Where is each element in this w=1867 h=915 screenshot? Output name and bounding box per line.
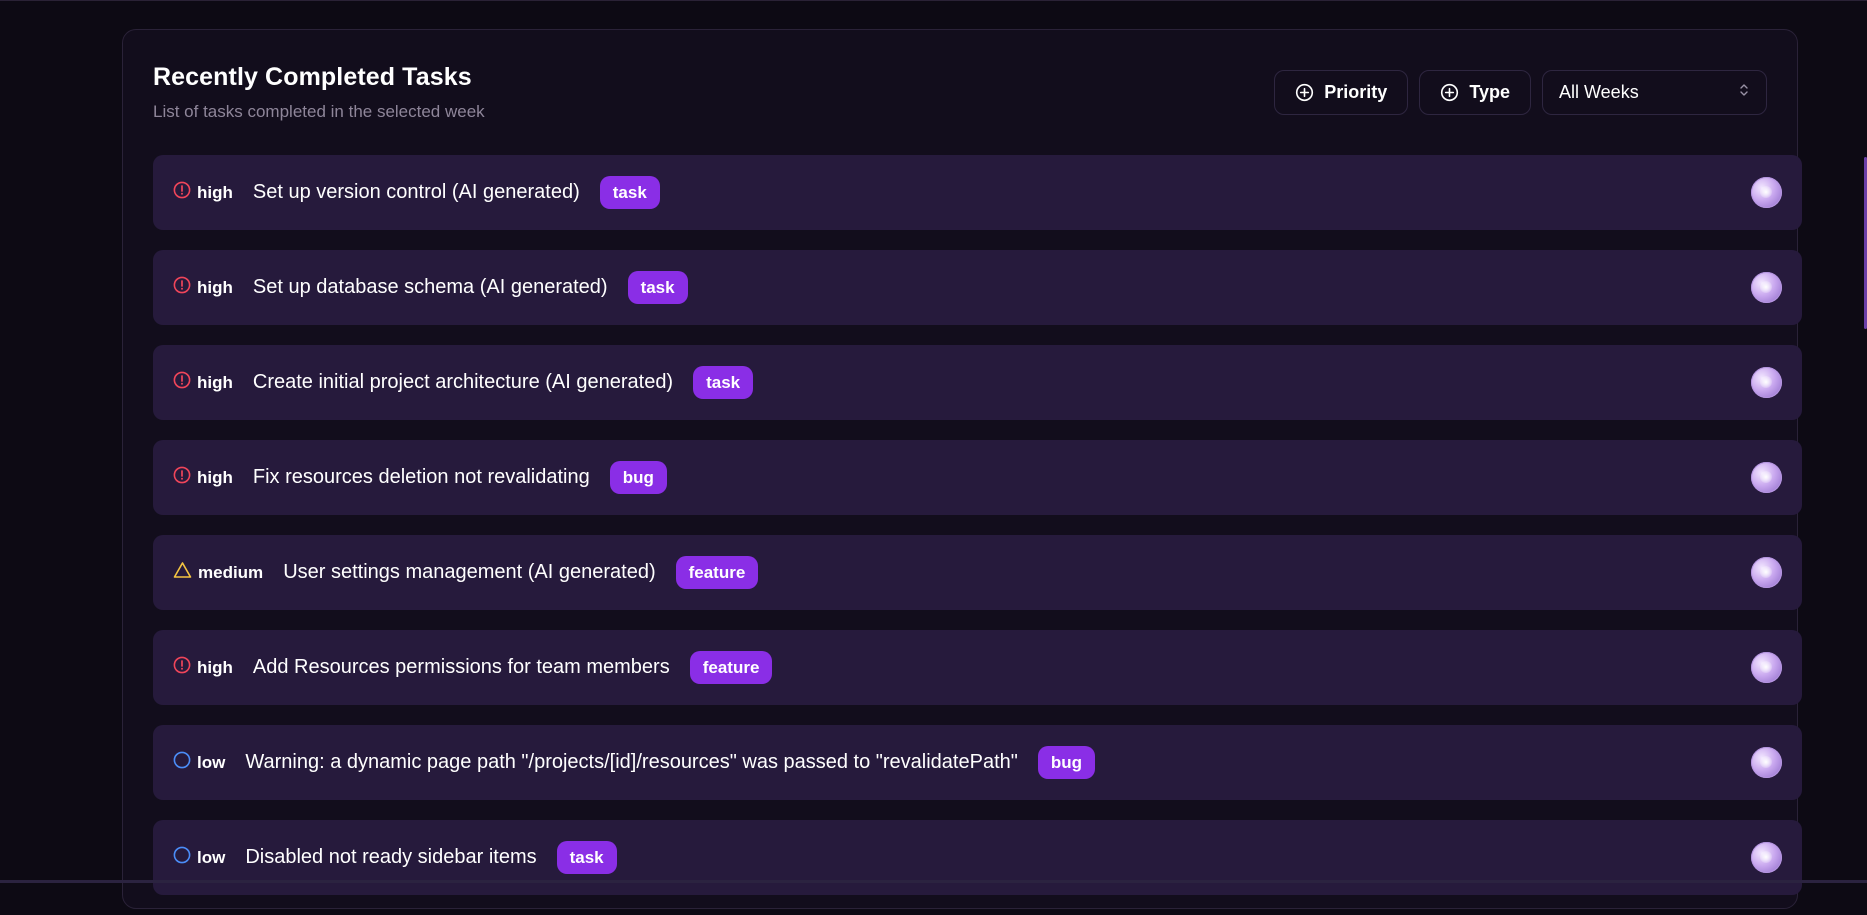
plus-circle-icon (1440, 83, 1459, 102)
alert-circle-icon (173, 276, 191, 299)
priority-filter-label: Priority (1324, 82, 1388, 102)
task-row[interactable]: medium User settings management (AI gener… (153, 535, 1802, 610)
avatar[interactable] (1751, 747, 1782, 778)
task-title: Add Resources permissions for team membe… (252, 656, 670, 678)
task-row[interactable]: high Set up database schema (AI generated… (153, 250, 1802, 325)
task-row[interactable]: high Set up version control (AI generated… (153, 155, 1802, 230)
task-type-badge: feature (689, 651, 773, 684)
warning-triangle-icon (173, 561, 192, 584)
avatar[interactable] (1751, 557, 1782, 588)
avatar[interactable] (1751, 367, 1782, 398)
card-subtitle: List of tasks completed in the selected … (153, 102, 485, 121)
task-title: User settings management (AI generated) (283, 561, 656, 583)
priority-label: high (197, 182, 233, 202)
chevron-updown-icon (1738, 82, 1750, 103)
plus-circle-icon (1295, 83, 1314, 102)
task-title: Fix resources deletion not revalidating (252, 466, 590, 488)
task-row[interactable]: high Fix resources deletion not revalidat… (153, 440, 1802, 515)
task-type-badge: bug (1037, 746, 1095, 779)
priority-indicator: high (173, 656, 233, 679)
priority-indicator: high (173, 276, 233, 299)
avatar[interactable] (1751, 652, 1782, 683)
alert-circle-icon (173, 466, 191, 489)
task-list: high Set up version control (AI generated… (153, 155, 1802, 915)
week-select-value: All Weeks (1559, 82, 1639, 102)
priority-label: high (197, 467, 233, 487)
task-type-badge: feature (675, 556, 759, 589)
week-select[interactable]: All Weeks (1542, 70, 1767, 115)
top-divider (0, 0, 1867, 1)
alert-circle-icon (173, 656, 191, 679)
task-row[interactable]: low Disabled not ready sidebar items task (153, 820, 1802, 895)
priority-indicator: low (173, 846, 225, 869)
priority-indicator: low (173, 751, 225, 774)
priority-label: high (197, 657, 233, 677)
alert-circle-icon (173, 371, 191, 394)
task-title: Create initial project architecture (AI … (252, 371, 674, 393)
task-title: Disabled not ready sidebar items (245, 846, 537, 868)
task-title: Warning: a dynamic page path "/projects/… (245, 751, 1018, 773)
card-title: Recently Completed Tasks (153, 63, 472, 91)
priority-label: low (197, 752, 226, 772)
priority-label: high (197, 277, 233, 297)
completed-tasks-card: Recently Completed Tasks List of tasks c… (122, 29, 1802, 909)
priority-label: low (197, 847, 226, 867)
task-row[interactable]: low Warning: a dynamic page path "/projec… (153, 725, 1802, 800)
circle-icon (173, 751, 191, 774)
priority-indicator: medium (173, 561, 263, 584)
task-title: Set up version control (AI generated) (252, 181, 580, 203)
priority-label: high (197, 372, 233, 392)
circle-icon (173, 846, 191, 869)
card-header: Recently Completed Tasks List of tasks c… (153, 63, 485, 122)
avatar[interactable] (1751, 462, 1782, 493)
avatar[interactable] (1751, 842, 1782, 873)
avatar[interactable] (1751, 177, 1782, 208)
avatar[interactable] (1751, 272, 1782, 303)
priority-indicator: high (173, 466, 233, 489)
task-type-badge: task (599, 176, 660, 209)
type-filter-button[interactable]: Type (1419, 70, 1531, 115)
alert-circle-icon (173, 181, 191, 204)
task-type-badge: task (556, 841, 617, 874)
task-title: Set up database schema (AI generated) (252, 276, 608, 298)
task-row[interactable]: high Add Resources permissions for team m… (153, 630, 1802, 705)
task-row[interactable]: high Create initial project architecture … (153, 345, 1802, 420)
priority-indicator: high (173, 371, 233, 394)
priority-filter-button[interactable]: Priority (1274, 70, 1409, 115)
task-type-badge: bug (609, 461, 667, 494)
task-type-badge: task (627, 271, 688, 304)
task-type-badge: task (693, 366, 754, 399)
type-filter-label: Type (1469, 82, 1510, 102)
priority-label: medium (198, 562, 264, 582)
priority-indicator: high (173, 181, 233, 204)
filter-controls: Priority Type All Weeks (1274, 70, 1767, 115)
